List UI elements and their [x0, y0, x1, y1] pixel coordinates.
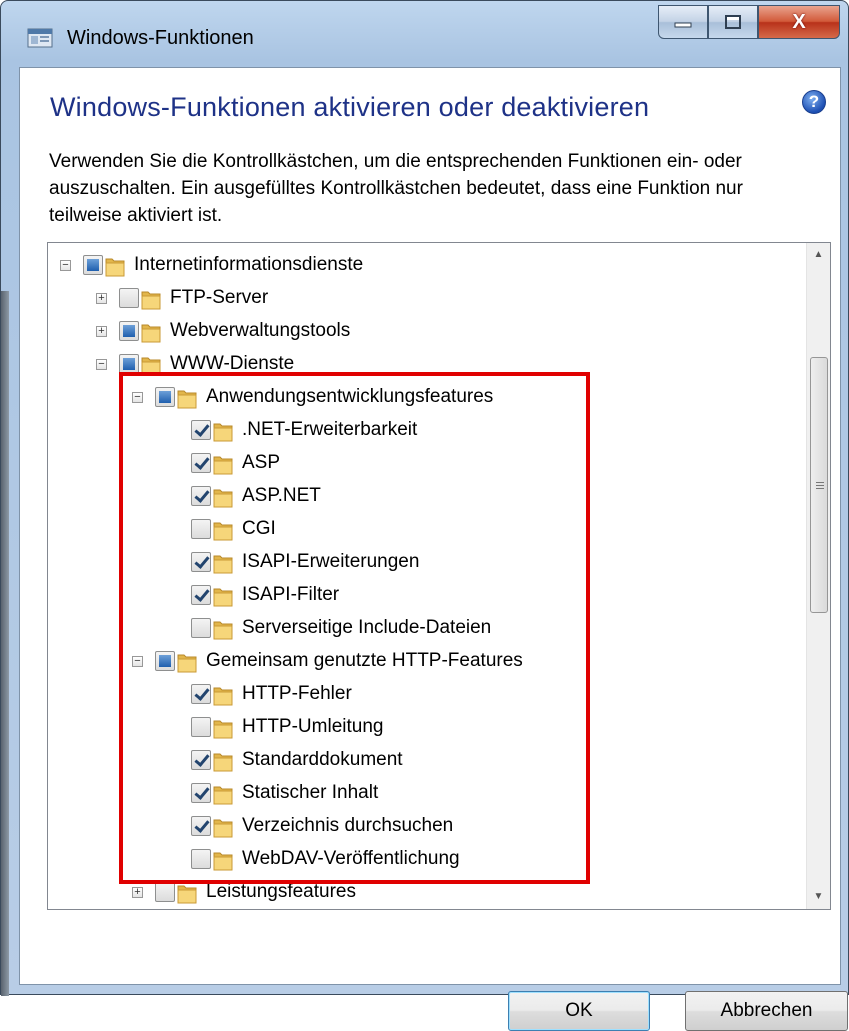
- close-icon: X: [792, 10, 806, 33]
- maximize-icon: [725, 15, 741, 29]
- close-button[interactable]: X: [758, 5, 840, 39]
- feature-checkbox[interactable]: [119, 354, 139, 374]
- feature-checkbox[interactable]: [83, 255, 103, 275]
- tree-item[interactable]: − Internetinformationsdienste: [48, 249, 808, 282]
- dialog-window: Windows-Funktionen X Windows-Funktionen …: [0, 0, 849, 1031]
- red-highlight-box: [119, 372, 590, 884]
- scroll-up-arrow-icon[interactable]: ▲: [807, 243, 830, 267]
- tree-item-label: Internetinformationsdienste: [134, 254, 364, 275]
- folder-icon: [177, 882, 197, 904]
- tree-item-label: Webverwaltungstools: [170, 320, 351, 341]
- tree-item-label: FTP-Server: [170, 287, 269, 308]
- scrollbar-thumb[interactable]: [810, 357, 828, 613]
- feature-checkbox[interactable]: [119, 321, 139, 341]
- window-app-icon: [27, 28, 53, 48]
- minimize-button[interactable]: [658, 5, 708, 39]
- collapse-icon[interactable]: −: [96, 359, 107, 370]
- ok-button[interactable]: OK: [508, 991, 650, 1031]
- tree-item[interactable]: + Webverwaltungstools: [48, 315, 808, 348]
- grip-line: [816, 485, 824, 486]
- grip-line: [816, 482, 824, 483]
- help-icon[interactable]: ?: [802, 90, 826, 114]
- folder-icon: [141, 288, 161, 310]
- folder-icon: [141, 321, 161, 343]
- collapse-icon[interactable]: −: [60, 260, 71, 271]
- window-edge: [1, 291, 9, 996]
- title-bar[interactable]: Windows-Funktionen X: [1, 1, 848, 67]
- grip-line: [816, 488, 824, 489]
- feature-checkbox[interactable]: [155, 882, 175, 902]
- cancel-button[interactable]: Abbrechen: [685, 991, 848, 1031]
- description-text: Verwenden Sie die Kontrollkästchen, um d…: [49, 151, 743, 226]
- minimize-icon: [674, 22, 692, 28]
- window-title: Windows-Funktionen: [67, 27, 254, 49]
- expand-icon[interactable]: +: [96, 326, 107, 337]
- expand-icon[interactable]: +: [96, 293, 107, 304]
- expand-icon[interactable]: +: [132, 887, 143, 898]
- vertical-scrollbar[interactable]: ▲ ▼: [806, 243, 830, 909]
- scroll-down-arrow-icon[interactable]: ▼: [807, 885, 830, 909]
- maximize-button[interactable]: [708, 5, 758, 39]
- folder-icon: [105, 255, 125, 277]
- feature-checkbox[interactable]: [119, 288, 139, 308]
- tree-item-label: Leistungsfeatures: [206, 881, 356, 902]
- page-title: Windows-Funktionen aktivieren oder deakt…: [50, 92, 650, 122]
- tree-item[interactable]: + FTP-Server: [48, 282, 808, 315]
